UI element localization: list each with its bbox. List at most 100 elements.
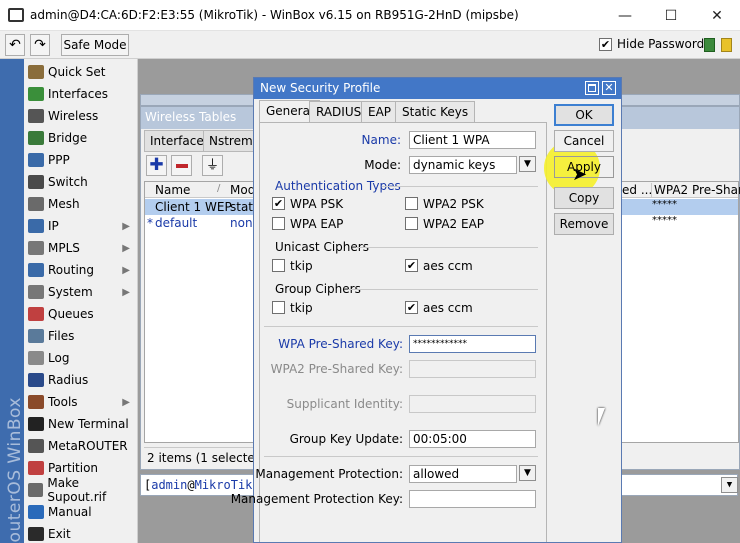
wpa2-psk-checkbox[interactable] — [405, 197, 418, 210]
sidebar-item-interfaces[interactable]: Interfaces — [24, 83, 138, 105]
wpa-psk-key-label: WPA Pre-Shared Key: — [278, 337, 403, 351]
wpa-psk-checkbox[interactable]: ✔ — [272, 197, 285, 210]
unicast-tkip-checkbox[interactable] — [272, 259, 285, 272]
wpa-psk-key-field[interactable]: ************ — [409, 335, 536, 353]
dialog-close-button[interactable]: ✕ — [602, 81, 616, 95]
group-aes-ccm-checkbox[interactable]: ✔ — [405, 301, 418, 314]
sidebar-item-wireless[interactable]: Wireless — [24, 105, 138, 127]
divider — [264, 456, 538, 457]
redo-button[interactable]: ↷ — [30, 34, 50, 56]
sidebar-item-label: Interfaces — [48, 87, 108, 101]
maximize-button[interactable]: ☐ — [648, 0, 694, 31]
table-row[interactable]: ***** — [622, 199, 738, 215]
sidebar-item-tools[interactable]: Tools ▶ — [24, 391, 138, 413]
sidebar-item-queues[interactable]: Queues — [24, 303, 138, 325]
wpa2-psk-key-field[interactable] — [409, 360, 536, 378]
dialog-titlebar[interactable]: New Security Profile ✕ — [254, 78, 621, 99]
undo-icon: ↶ — [9, 37, 21, 53]
table-row[interactable]: ***** — [622, 215, 738, 231]
ok-button[interactable]: OK — [554, 104, 614, 126]
sidebar-item-radius[interactable]: Radius — [24, 369, 138, 391]
mode-select[interactable]: dynamic keys — [409, 156, 517, 174]
sidebar-item-system[interactable]: System ▶ — [24, 281, 138, 303]
safe-mode-button[interactable]: Safe Mode — [61, 34, 129, 56]
ip-icon — [28, 219, 44, 233]
sidebar-item-routing[interactable]: Routing ▶ — [24, 259, 138, 281]
sidebar-item-mpls[interactable]: MPLS ▶ — [24, 237, 138, 259]
sidebar-item-quick-set[interactable]: Quick Set — [24, 61, 138, 83]
security-profile-dialog: New Security Profile ✕ General RADIUS EA… — [231, 77, 622, 543]
divider — [356, 247, 538, 248]
column-header-name[interactable]: Name — [155, 183, 190, 197]
name-field[interactable]: Client 1 WPA — [409, 131, 536, 149]
dialog-maximize-button[interactable] — [585, 81, 599, 95]
minimize-button[interactable]: — — [602, 0, 648, 31]
sidebar-item-new-terminal[interactable]: New Terminal — [24, 413, 138, 435]
sidebar-item-ppp[interactable]: PPP — [24, 149, 138, 171]
sidebar-item-label: IP — [48, 219, 59, 233]
manual-icon — [28, 505, 44, 519]
sidebar-item-mesh[interactable]: Mesh — [24, 193, 138, 215]
group-tkip-checkbox[interactable] — [272, 301, 285, 314]
status-bar: 2 items (1 selected) — [144, 447, 267, 467]
add-button[interactable]: ✚ — [146, 155, 167, 176]
sidebar-item-exit[interactable]: Exit — [24, 523, 138, 543]
wpa2-eap-checkbox[interactable] — [405, 217, 418, 230]
sidebar-item-switch[interactable]: Switch — [24, 171, 138, 193]
unicast-ciphers-title: Unicast Ciphers — [275, 240, 369, 254]
tab-radius[interactable]: RADIUS — [309, 101, 369, 123]
sidebar-item-label: Make Supout.rif — [47, 476, 107, 504]
management-protection-label: Management Protection: — [255, 467, 403, 481]
window-title: admin@D4:CA:6D:F2:E3:55 (MikroTik) - Win… — [30, 8, 519, 22]
close-button[interactable]: ✕ — [694, 0, 740, 31]
sidebar-item-metarouter[interactable]: MetaROUTER — [24, 435, 138, 457]
sidebar-item-label: Switch — [48, 175, 88, 189]
tab-nstreme-dual[interactable]: Nstreme D — [203, 130, 255, 152]
terminal-user: admin — [151, 478, 188, 492]
column-header-wpa2[interactable]: WPA2 Pre-Shared — [651, 183, 740, 197]
sidebar-item-log[interactable]: Log — [24, 347, 138, 369]
tab-static-keys[interactable]: Static Keys — [395, 101, 476, 123]
group-key-update-label: Group Key Update: — [289, 432, 403, 446]
sidebar-item-files[interactable]: Files — [24, 325, 138, 347]
cancel-button[interactable]: Cancel — [554, 130, 614, 152]
ppp-icon — [28, 153, 44, 167]
interfaces-icon — [28, 87, 44, 101]
wireless-icon — [28, 109, 44, 123]
undo-button[interactable]: ↶ — [5, 34, 25, 56]
sidebar-item-label: Tools — [48, 395, 78, 409]
management-protection-dropdown-button[interactable]: ▼ — [519, 465, 536, 481]
filter-button[interactable]: ⏚ — [202, 155, 223, 176]
files-icon — [28, 329, 44, 343]
table-row[interactable]: Client 1 WEP static — [145, 199, 263, 215]
row-name: Client 1 WEP — [155, 200, 232, 214]
mode-dropdown-button[interactable]: ▼ — [519, 156, 536, 172]
redo-icon: ↷ — [34, 37, 46, 53]
sidebar-item-manual[interactable]: Manual — [24, 501, 138, 523]
sidebar-item-label: Exit — [48, 527, 71, 541]
routing-icon — [28, 263, 44, 277]
sidebar-item-bridge[interactable]: Bridge — [24, 127, 138, 149]
submenu-arrow-icon: ▶ — [122, 220, 130, 232]
radius-icon — [28, 373, 44, 387]
management-protection-key-field[interactable] — [409, 490, 536, 508]
copy-button[interactable]: Copy — [554, 187, 614, 209]
management-protection-select[interactable]: allowed — [409, 465, 517, 483]
sidebar-item-ip[interactable]: IP ▶ — [24, 215, 138, 237]
sidebar-item-label: New Terminal — [48, 417, 129, 431]
remove-profile-button[interactable]: Remove — [554, 213, 614, 235]
table-row[interactable]: * default none — [145, 215, 260, 231]
tab-eap[interactable]: EAP — [361, 101, 399, 123]
wpa-eap-checkbox[interactable] — [272, 217, 285, 230]
mesh-icon — [28, 197, 44, 211]
column-header-truncated[interactable]: ed ... — [622, 183, 652, 197]
terminal-dropdown-button[interactable]: ▼ — [721, 477, 738, 493]
group-key-update-field[interactable]: 00:05:00 — [409, 430, 536, 448]
submenu-arrow-icon: ▶ — [122, 396, 130, 408]
remove-button[interactable] — [171, 155, 192, 176]
supplicant-identity-field[interactable] — [409, 395, 536, 413]
sidebar-item-make-supout-rif[interactable]: Make Supout.rif — [24, 476, 138, 504]
hide-passwords-checkbox[interactable]: ✔ — [599, 38, 612, 51]
brand-strip: RouterOS WinBox — [0, 59, 25, 543]
unicast-aes-ccm-checkbox[interactable]: ✔ — [405, 259, 418, 272]
